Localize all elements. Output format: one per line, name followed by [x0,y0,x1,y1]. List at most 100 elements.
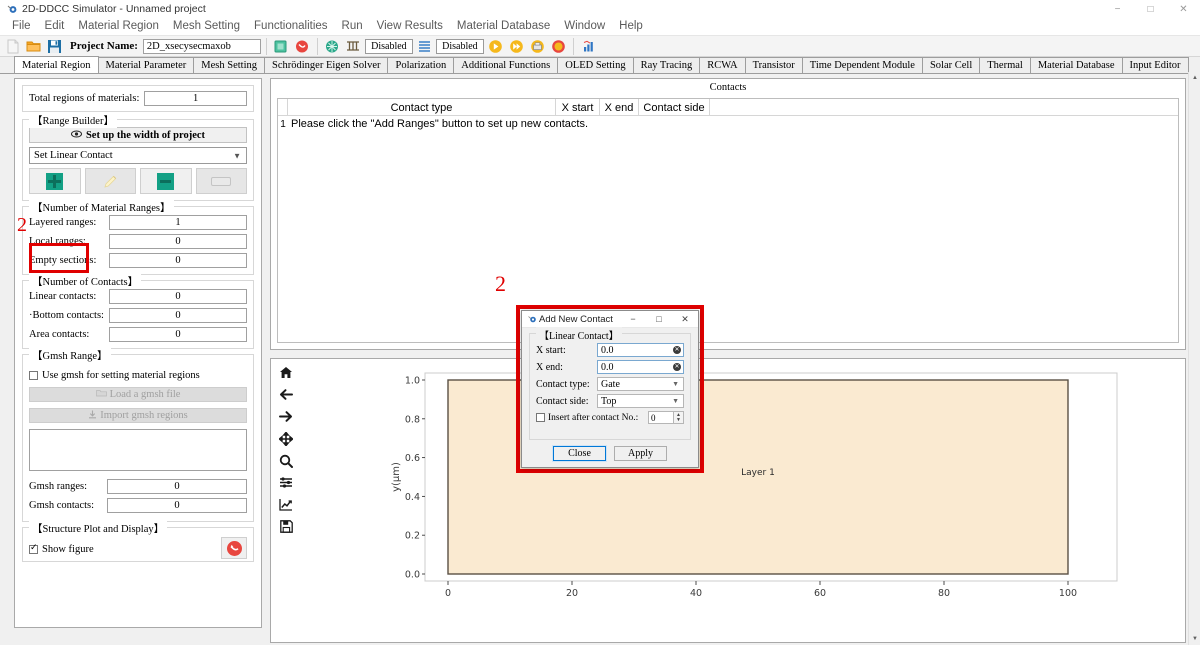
dialog-apply-button[interactable]: Apply [614,446,667,461]
run-batch-icon[interactable] [528,37,547,56]
use-gmsh-checkbox[interactable] [29,371,38,380]
tab-rcwa[interactable]: RCWA [699,57,746,73]
clear-ranges-button[interactable] [195,168,247,194]
contact-type-select[interactable]: Gate ▼ [597,377,684,391]
tab-polarization[interactable]: Polarization [387,57,455,73]
linear-contacts-input[interactable]: 0 [109,289,247,304]
new-document-icon[interactable] [3,37,22,56]
minimize-button[interactable]: − [1101,0,1134,18]
tab-material-region[interactable]: Material Region [14,56,99,73]
tab-transistor[interactable]: Transistor [744,57,803,73]
menu-window[interactable]: Window [557,18,612,35]
close-button[interactable]: ✕ [1167,0,1200,18]
add-range-button[interactable] [29,168,81,194]
tab-thermal[interactable]: Thermal [979,57,1031,73]
gmsh-contacts-input[interactable]: 0 [107,498,247,513]
forward-arrow-icon[interactable] [279,409,294,424]
zoom-magnifier-icon[interactable] [279,453,294,468]
contact-side-select[interactable]: Top ▼ [597,394,684,408]
refresh-plot-button[interactable] [221,537,247,559]
table-row[interactable]: 1 Please click the "Add Ranges" button t… [278,116,1178,132]
grid-icon[interactable] [344,37,363,56]
remove-range-button[interactable] [140,168,192,194]
local-ranges-input[interactable]: 0 [109,234,247,249]
home-icon[interactable] [279,365,294,380]
menu-file[interactable]: File [5,18,38,35]
dialog-close-icon[interactable]: ✕ [672,311,698,328]
menu-functionalities[interactable]: Functionalities [247,18,335,35]
stop-icon[interactable] [549,37,568,56]
maximize-button[interactable]: □ [1134,0,1167,18]
edit-range-button[interactable] [84,168,136,194]
tab-material-database[interactable]: Material Database [1029,57,1123,73]
tab-additional-functions[interactable]: Additional Functions [453,57,559,73]
plot-canvas[interactable]: Layer 1 1.0 0.8 0.6 0.4 0.2 0.0 y(μm) 0 … [303,359,1185,642]
use-gmsh-checkbox-row[interactable]: Use gmsh for setting material regions [29,370,247,381]
tab-oled-setting[interactable]: OLED Setting [557,57,634,73]
import-gmsh-regions-button[interactable]: Import gmsh regions [29,408,247,423]
dialog-maximize-button[interactable]: □ [646,311,672,328]
contact-side-row: Contact side: Top ▼ [536,394,684,408]
dialog-minimize-button[interactable]: − [620,311,646,328]
menu-help[interactable]: Help [612,18,650,35]
column-x-start[interactable]: X start [556,99,600,116]
mesh-icon[interactable] [323,37,342,56]
run-fast-icon[interactable] [507,37,526,56]
scrollbar-up-arrow[interactable]: ▲ [1189,72,1200,84]
save-disk-icon[interactable] [45,37,64,56]
configure-subplots-icon[interactable] [279,475,294,490]
tab-ray-tracing[interactable]: Ray Tracing [632,57,701,73]
menu-material-region[interactable]: Material Region [71,18,166,35]
menu-mesh-setting[interactable]: Mesh Setting [166,18,247,35]
menu-run[interactable]: Run [335,18,370,35]
tab-schrodinger-eigen-solver[interactable]: Schrödinger Eigen Solver [264,57,389,73]
save-figure-icon[interactable] [279,519,294,534]
column-x-end[interactable]: X end [600,99,639,116]
tab-mesh-setting[interactable]: Mesh Setting [193,57,265,73]
pan-move-icon[interactable] [279,431,294,446]
load-gmsh-file-button[interactable]: Load a gmsh file [29,387,247,402]
insert-after-input[interactable]: 0 [648,411,674,424]
tab-time-dependent-module[interactable]: Time Dependent Module [801,57,923,73]
tab-input-editor[interactable]: Input Editor [1121,57,1189,73]
contact-mode-combo[interactable]: Set Linear Contact ▼ [29,147,247,164]
empty-sections-input[interactable]: 0 [109,253,247,268]
project-name-input[interactable]: 2D_xsecysecmaxob [142,38,261,54]
setup-width-button[interactable]: Set up the width of project [29,127,247,143]
layered-ranges-input[interactable]: 1 [109,215,247,230]
clear-circle-icon-2[interactable]: ✕ [673,363,681,371]
disabled-status-1[interactable]: Disabled [364,38,413,54]
open-folder-icon[interactable] [24,37,43,56]
refresh-icon[interactable] [293,37,312,56]
lines-icon[interactable] [415,37,434,56]
show-figure-checkbox[interactable] [29,543,38,554]
chart-icon[interactable] [579,37,598,56]
menu-edit[interactable]: Edit [38,18,72,35]
gmsh-file-listbox[interactable] [29,429,247,471]
gmsh-ranges-input[interactable]: 0 [107,479,247,494]
tab-solar-cell[interactable]: Solar Cell [921,57,981,73]
column-contact-side[interactable]: Contact side [639,99,710,116]
scrollbar-down-arrow[interactable]: ▼ [1189,633,1200,645]
tab-material-parameter[interactable]: Material Parameter [97,57,195,73]
x-start-input[interactable]: 0.0 ✕ [597,343,684,357]
spinner-down-icon[interactable]: ▼ [676,418,681,423]
structure-icon[interactable] [272,37,291,56]
insert-after-checkbox[interactable] [536,413,545,422]
menu-view-results[interactable]: View Results [370,18,450,35]
show-figure-checkbox-row[interactable]: Show figure [29,543,94,555]
clear-circle-icon[interactable]: ✕ [673,346,681,354]
total-regions-input[interactable]: 1 [144,91,247,106]
x-end-input[interactable]: 0.0 ✕ [597,360,684,374]
insert-after-stepper[interactable]: ▲ ▼ [674,411,684,424]
vertical-scrollbar[interactable]: ▲ ▼ [1188,72,1200,645]
area-contacts-input[interactable]: 0 [109,327,247,342]
column-contact-type[interactable]: Contact type [288,99,556,116]
bottom-contacts-input[interactable]: 0 [109,308,247,323]
menu-material-database[interactable]: Material Database [450,18,557,35]
disabled-status-2[interactable]: Disabled [435,38,484,54]
run-icon[interactable] [486,37,505,56]
dialog-close-button[interactable]: Close [552,445,607,462]
edit-curves-icon[interactable] [279,497,294,512]
back-arrow-icon[interactable] [279,387,294,402]
